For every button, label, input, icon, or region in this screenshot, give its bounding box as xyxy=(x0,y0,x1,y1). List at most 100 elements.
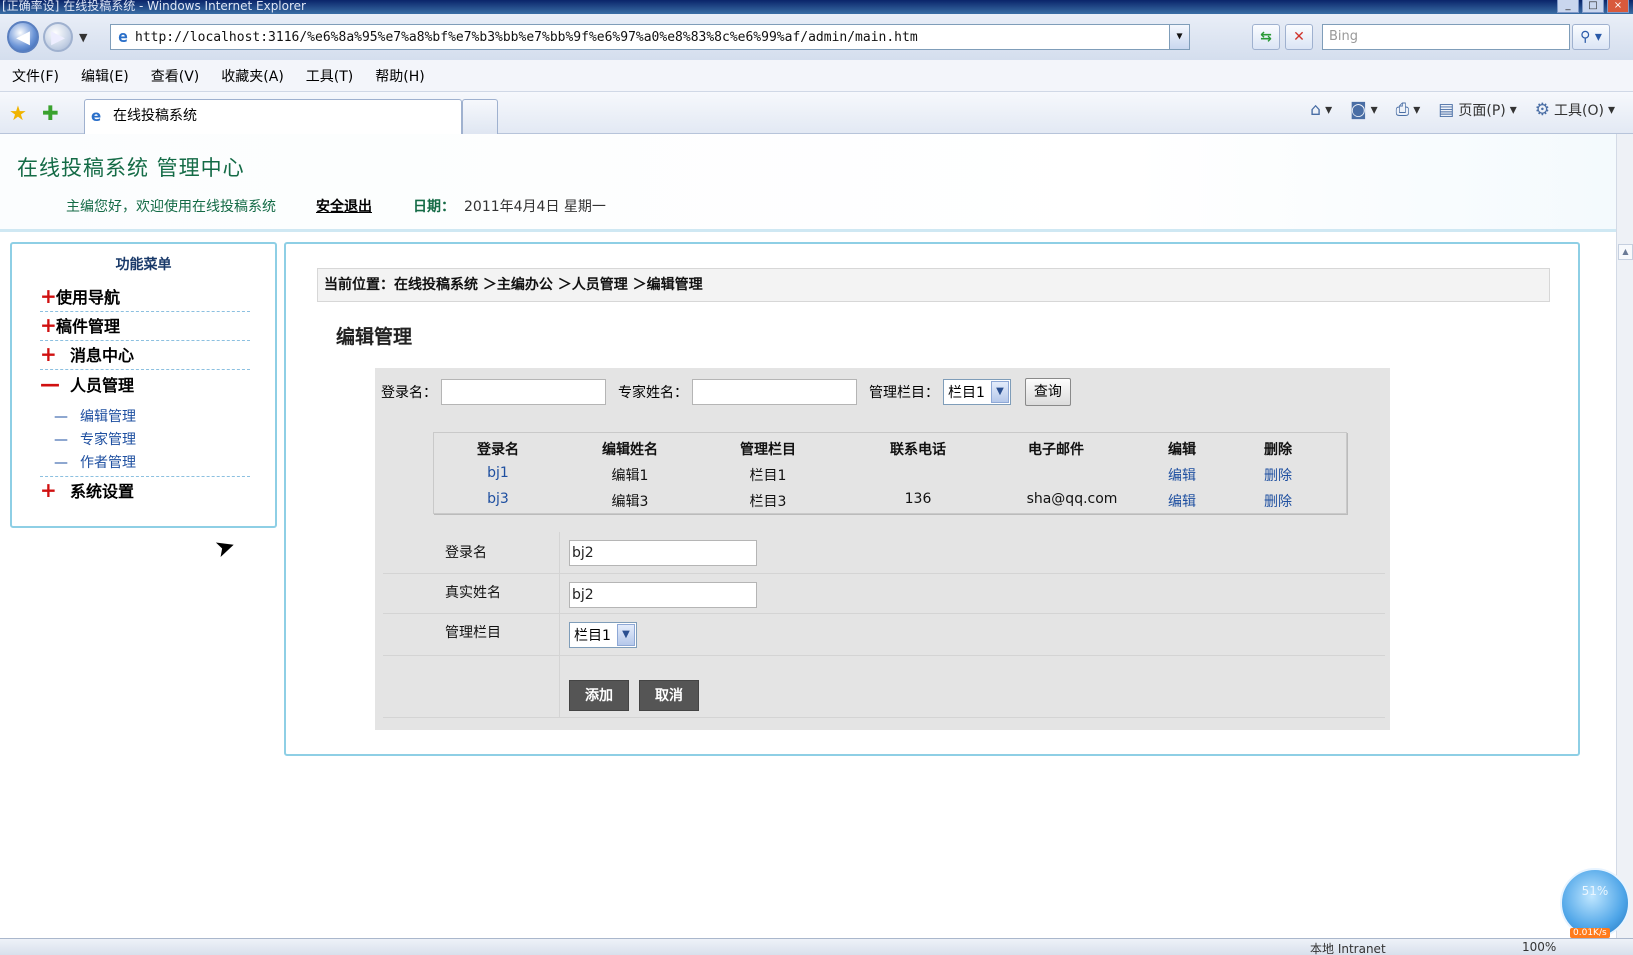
window-title-bar: [正确率设] 在线投稿系统 - Windows Internet Explore… xyxy=(0,0,1633,14)
sidebar-item-personnel[interactable]: — 人员管理 xyxy=(40,370,250,400)
filter-expert-input[interactable] xyxy=(692,379,857,405)
form-realname-input[interactable]: bj2 xyxy=(569,582,757,608)
date-value: 2011年4月4日 星期一 xyxy=(464,199,606,215)
chevron-down-icon: ▼ xyxy=(616,624,635,646)
row2-delete-link[interactable]: 删除 xyxy=(1248,491,1308,511)
refresh-button[interactable]: ⇆ xyxy=(1252,24,1280,50)
sidebar-subitem-authors[interactable]: — 作者管理 xyxy=(54,452,136,472)
expand-icon: + xyxy=(40,478,57,502)
menu-bar: 文件(F) 编辑(E) 查看(V) 收藏夹(A) 工具(T) 帮助(H) xyxy=(0,60,1633,92)
col-header-edit: 编辑 xyxy=(1168,442,1196,458)
breadcrumb: 当前位置：在线投稿系统 ＞主编办公 ＞人员管理 ＞编辑管理 xyxy=(317,268,1550,302)
sidebar-item-label: 稿件管理 xyxy=(56,317,121,336)
search-button[interactable]: ⚲ ▾ xyxy=(1572,24,1610,50)
monitor-speed: 0.01K/s xyxy=(1570,928,1610,938)
page-header: 在线投稿系统 管理中心 主编您好，欢迎使用在线投稿系统 安全退出 日期： 201… xyxy=(0,134,1616,232)
tools-menu-label: 工具(O) xyxy=(1554,103,1604,119)
print-button[interactable]: ⎙ ▾ xyxy=(1396,100,1421,120)
home-button[interactable]: ⌂ ▾ xyxy=(1310,100,1332,120)
form-realname-label: 真实姓名 xyxy=(445,585,501,601)
filter-login-label: 登录名： xyxy=(381,385,437,401)
menu-help[interactable]: 帮助(H) xyxy=(375,66,424,86)
network-monitor-widget[interactable]: 51% 0.01K/s xyxy=(1560,868,1630,938)
printer-icon: ⎙ xyxy=(1395,100,1410,120)
add-button[interactable]: 添加 xyxy=(569,680,629,711)
form-row-login: 登录名 bj2 xyxy=(383,532,1385,574)
minimize-button[interactable]: _ xyxy=(1557,0,1579,13)
ie-page-icon: e xyxy=(118,27,128,46)
logout-link[interactable]: 安全退出 xyxy=(316,196,372,216)
address-text: http://localhost:3116/%e6%8a%95%e7%a8%bf… xyxy=(135,29,918,45)
filter-login-input[interactable] xyxy=(441,379,606,405)
chevron-down-icon: ▼ xyxy=(990,381,1009,403)
tab-title: 在线投稿系统 xyxy=(113,108,197,124)
page-menu-button[interactable]: ▤ 页面(P) ▾ xyxy=(1438,100,1516,120)
row1-edit-link[interactable]: 编辑 xyxy=(1152,465,1212,485)
monitor-percent: 51% xyxy=(1581,884,1609,898)
form-row-actions xyxy=(383,656,1385,718)
filter-column-label: 管理栏目： xyxy=(869,385,939,401)
row2-column: 栏目3 xyxy=(749,494,787,510)
form-column-select[interactable]: 栏目1 ▼ xyxy=(569,622,637,648)
add-favorite-icon[interactable]: ✚ xyxy=(42,101,59,125)
row1-delete-link[interactable]: 删除 xyxy=(1248,465,1308,485)
sidebar-item-label: 人员管理 xyxy=(70,376,135,395)
rss-icon: ◙ xyxy=(1350,100,1367,120)
command-bar: ⌂ ▾ ◙ ▾ ⎙ ▾ ▤ 页面(P) ▾ ⚙ 工具(O) ▾ xyxy=(1310,100,1633,120)
window-title-prefix: [正确率设] xyxy=(2,0,60,13)
address-input[interactable]: e http://localhost:3116/%e6%8a%95%e7%a8%… xyxy=(110,24,1190,50)
system-title: 在线投稿系统 管理中心 xyxy=(17,156,245,180)
sidebar-subitem-label: 作者管理 xyxy=(80,455,136,471)
date-label: 日期： xyxy=(413,199,455,215)
history-dropdown-icon[interactable]: ▼ xyxy=(79,31,87,44)
search-icon: ⚲ xyxy=(1580,29,1591,45)
vertical-scrollbar[interactable]: ▲ xyxy=(1616,134,1633,938)
query-button[interactable]: 查询 xyxy=(1024,378,1071,406)
filter-column-select[interactable]: 栏目1 ▼ xyxy=(943,379,1011,405)
row2-edit-link[interactable]: 编辑 xyxy=(1152,491,1212,511)
expand-icon: + xyxy=(40,284,57,308)
feeds-button[interactable]: ◙ ▾ xyxy=(1350,100,1378,120)
gear-icon: ⚙ xyxy=(1534,100,1551,120)
ie-tab-icon: e xyxy=(91,107,102,125)
tab-active[interactable]: e 在线投稿系统 xyxy=(84,99,462,134)
col-header-name: 编辑姓名 xyxy=(602,442,658,458)
row1-login-link[interactable]: bj1 xyxy=(454,465,542,481)
filter-expert-label: 专家姓名： xyxy=(618,385,688,401)
menu-file[interactable]: 文件(F) xyxy=(12,66,59,86)
menu-edit[interactable]: 编辑(E) xyxy=(81,66,129,86)
home-icon: ⌂ xyxy=(1310,100,1322,120)
back-button[interactable]: ◀ xyxy=(7,21,39,53)
tools-menu-button[interactable]: ⚙ 工具(O) ▾ xyxy=(1535,100,1615,120)
row2-login-link[interactable]: bj3 xyxy=(454,491,542,507)
cancel-button[interactable]: 取消 xyxy=(639,680,699,711)
scroll-up-icon[interactable]: ▲ xyxy=(1618,244,1633,260)
new-tab-button[interactable] xyxy=(462,99,498,134)
menu-favorites[interactable]: 收藏夹(A) xyxy=(221,66,284,86)
sidebar-item-messages[interactable]: + 消息中心 xyxy=(40,340,250,370)
sidebar-subitem-experts[interactable]: — 专家管理 xyxy=(54,429,136,449)
search-filter: 登录名： 专家姓名： 管理栏目： 栏目1 ▼ 查询 xyxy=(381,378,1071,406)
sidebar-item-settings[interactable]: + 系统设置 xyxy=(40,476,250,506)
expand-icon: + xyxy=(40,313,57,337)
close-window-button[interactable]: × xyxy=(1607,0,1629,13)
favorites-star-icon[interactable]: ★ xyxy=(9,101,27,125)
address-dropdown-button[interactable]: ▼ xyxy=(1169,25,1189,49)
sidebar-item-navigation[interactable]: +使用导航 xyxy=(40,282,250,312)
window-controls: _ □ × xyxy=(1557,0,1629,13)
function-menu-title: 功能菜单 xyxy=(115,257,172,273)
search-input[interactable]: Bing xyxy=(1322,24,1570,50)
menu-tools[interactable]: 工具(T) xyxy=(306,66,353,86)
sidebar-subitem-editors[interactable]: — 编辑管理 xyxy=(54,406,136,426)
form-login-input[interactable]: bj2 xyxy=(569,540,757,566)
stop-button[interactable]: ✕ xyxy=(1285,24,1313,50)
forward-button[interactable]: ▶ xyxy=(43,22,73,52)
zoom-level[interactable]: 100% xyxy=(1522,940,1556,954)
form-login-label: 登录名 xyxy=(445,545,487,561)
menu-view[interactable]: 查看(V) xyxy=(151,66,200,86)
sidebar-subitem-label: 编辑管理 xyxy=(80,409,136,425)
favorites-bar: ★ ✚ e 在线投稿系统 ⌂ ▾ ◙ ▾ ⎙ ▾ ▤ 页面(P) ▾ ⚙ 工具(O) ▾ xyxy=(0,92,1633,134)
status-bar: 本地 Intranet 100% xyxy=(0,938,1633,955)
maximize-button[interactable]: □ xyxy=(1582,0,1604,13)
sidebar-item-manuscripts[interactable]: +稿件管理 xyxy=(40,311,250,341)
